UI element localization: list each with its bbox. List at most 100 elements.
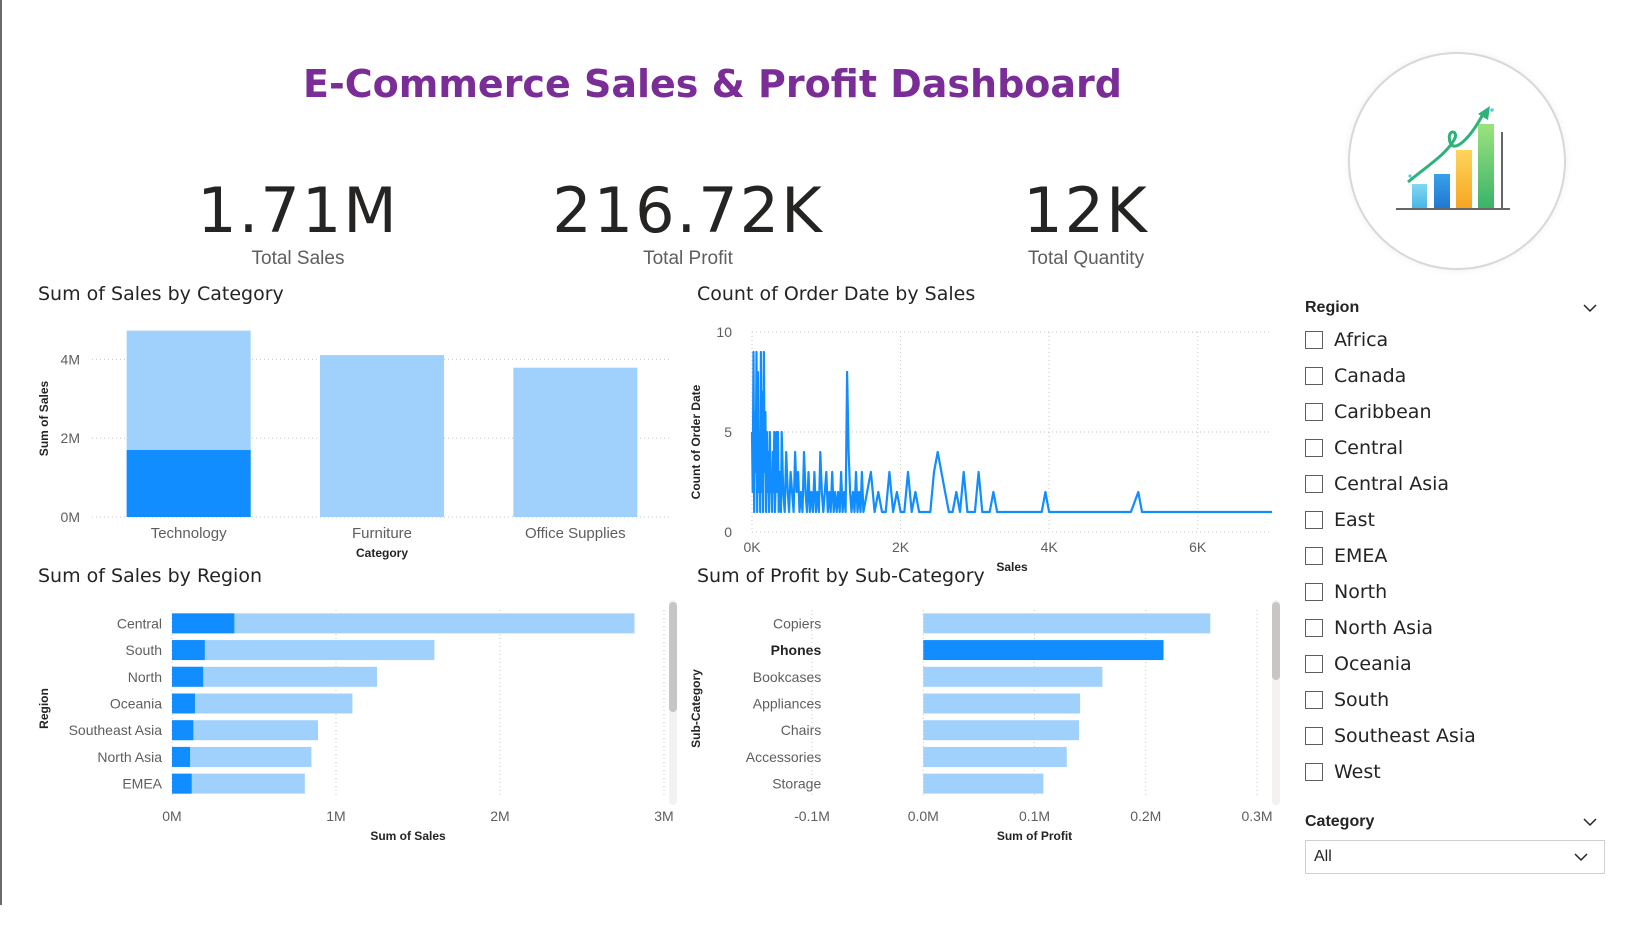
- region-option[interactable]: EMEA: [1305, 538, 1605, 574]
- bar: [923, 746, 1067, 767]
- region-option[interactable]: Africa: [1305, 322, 1605, 358]
- region-option[interactable]: Caribbean: [1305, 394, 1605, 430]
- region-option[interactable]: Central Asia: [1305, 466, 1605, 502]
- scrollbar-thumb: [1272, 602, 1280, 680]
- checkbox[interactable]: [1305, 331, 1323, 349]
- x-tick-label: Furniture: [352, 525, 412, 542]
- y-tick-label: Phones: [771, 642, 822, 658]
- checkbox[interactable]: [1305, 403, 1323, 421]
- region-option[interactable]: West: [1305, 754, 1605, 790]
- region-option-label: Canada: [1334, 365, 1407, 387]
- region-option-label: East: [1334, 509, 1375, 531]
- kpi-label: Total Quantity: [1027, 248, 1145, 269]
- bar: [923, 613, 1211, 634]
- checkbox[interactable]: [1305, 619, 1323, 637]
- bar: [923, 773, 1044, 794]
- x-tick-label: 2K: [892, 539, 910, 555]
- bar: [513, 367, 638, 517]
- bar-selected: [923, 640, 1164, 661]
- checkbox[interactable]: [1305, 511, 1323, 529]
- bar-highlight: [172, 666, 204, 687]
- region-slicer[interactable]: Region Africa Canada Caribbean Central Centr…: [1305, 296, 1605, 790]
- region-option[interactable]: North Asia: [1305, 610, 1605, 646]
- region-option-label: EMEA: [1334, 545, 1388, 567]
- bar: [172, 720, 318, 741]
- checkbox[interactable]: [1305, 439, 1323, 457]
- bar: [320, 355, 444, 517]
- kpi-total-quantity[interactable]: 12K Total Quantity: [926, 176, 1246, 270]
- bar: [923, 720, 1079, 741]
- x-tick-label: 0.0M: [908, 808, 939, 824]
- region-option[interactable]: North: [1305, 574, 1605, 610]
- region-option-label: Caribbean: [1334, 401, 1432, 423]
- bar: [172, 640, 435, 661]
- y-tick-label: 4M: [61, 351, 80, 367]
- x-tick-label: 0.2M: [1130, 808, 1161, 824]
- bar: [172, 693, 353, 714]
- x-tick-label: -0.1M: [794, 808, 830, 824]
- region-option[interactable]: Central: [1305, 430, 1605, 466]
- bar-highlight: [172, 693, 195, 714]
- region-option-label: North Asia: [1334, 617, 1433, 639]
- kpi-total-sales[interactable]: 1.71M Total Sales: [138, 176, 458, 270]
- chevron-down-icon: [1574, 853, 1588, 862]
- category-slicer-header[interactable]: Category: [1305, 810, 1605, 834]
- x-tick-label: 0.3M: [1241, 808, 1272, 824]
- y-tick-label: 2M: [61, 430, 80, 446]
- checkbox[interactable]: [1305, 727, 1323, 745]
- checkbox[interactable]: [1305, 475, 1323, 493]
- bar: [923, 693, 1081, 714]
- chart-title-order-date-by-sales: Count of Order Date by Sales: [697, 283, 976, 305]
- kpi-value: 216.72K: [552, 174, 824, 247]
- y-tick-label: 0M: [61, 509, 80, 525]
- category-slicer-title: Category: [1305, 813, 1375, 830]
- region-option-label: Central: [1334, 437, 1404, 459]
- checkbox[interactable]: [1305, 655, 1323, 673]
- region-option-label: Southeast Asia: [1334, 725, 1476, 747]
- region-slicer-header[interactable]: Region: [1305, 296, 1605, 320]
- bar: [172, 613, 635, 634]
- x-axis-title: Sales: [996, 560, 1028, 574]
- sales-by-category-chart[interactable]: 0M 2M 4M Technology Furniture Office Supplies…: [0, 310, 690, 590]
- x-tick-label: Technology: [151, 525, 227, 542]
- region-option[interactable]: Canada: [1305, 358, 1605, 394]
- x-axis-title: Category: [356, 546, 408, 560]
- x-tick-label: 1M: [326, 808, 345, 824]
- bottom-band: [0, 905, 1631, 941]
- region-option[interactable]: East: [1305, 502, 1605, 538]
- chart-title-sales-by-category: Sum of Sales by Category: [38, 283, 284, 305]
- kpi-label: Total Profit: [643, 248, 733, 269]
- profit-by-subcategory-chart[interactable]: -0.1M 0.0M 0.1M 0.2M 0.3M Copiers Phones Bookca…: [690, 590, 1290, 880]
- bar-highlight: [172, 773, 192, 794]
- x-tick-label: 6K: [1189, 539, 1207, 555]
- chart-title-profit-by-subcategory: Sum of Profit by Sub-Category: [697, 565, 985, 587]
- region-option[interactable]: South: [1305, 682, 1605, 718]
- kpi-total-profit[interactable]: 216.72K Total Profit: [528, 176, 848, 270]
- dashboard-title: E-Commerce Sales & Profit Dashboard: [303, 62, 1122, 106]
- kpi-value: 1.71M: [197, 174, 399, 247]
- checkbox[interactable]: [1305, 547, 1323, 565]
- y-axis-title: Count of Order Date: [690, 384, 703, 499]
- bar: [923, 666, 1103, 687]
- checkbox[interactable]: [1305, 763, 1323, 781]
- region-option-label: South: [1334, 689, 1390, 711]
- region-option[interactable]: Oceania: [1305, 646, 1605, 682]
- sales-by-region-chart[interactable]: 0M 1M 2M 3M Central South North Oceania Southeas…: [0, 590, 690, 880]
- category-dropdown[interactable]: All: [1305, 840, 1605, 874]
- checkbox[interactable]: [1305, 583, 1323, 601]
- checkbox[interactable]: [1305, 691, 1323, 709]
- y-tick-label: Appliances: [753, 696, 822, 712]
- chevron-down-icon[interactable]: [1583, 815, 1597, 829]
- y-tick-label: 5: [724, 424, 732, 440]
- checkbox[interactable]: [1305, 367, 1323, 385]
- bar-highlight: [126, 450, 251, 517]
- region-option[interactable]: Southeast Asia: [1305, 718, 1605, 754]
- x-tick-label: 0K: [743, 539, 761, 555]
- x-tick-label: 3M: [654, 808, 673, 824]
- y-axis-title: Region: [37, 688, 51, 729]
- chevron-down-icon[interactable]: [1583, 301, 1597, 315]
- category-slicer[interactable]: Category All: [1305, 810, 1605, 874]
- order-date-by-sales-chart[interactable]: 0 5 10 0K 2K 4K 6K Sales Count of Order Date: [690, 310, 1290, 590]
- y-tick-label: North Asia: [97, 749, 162, 765]
- y-tick-label: Central: [117, 615, 162, 631]
